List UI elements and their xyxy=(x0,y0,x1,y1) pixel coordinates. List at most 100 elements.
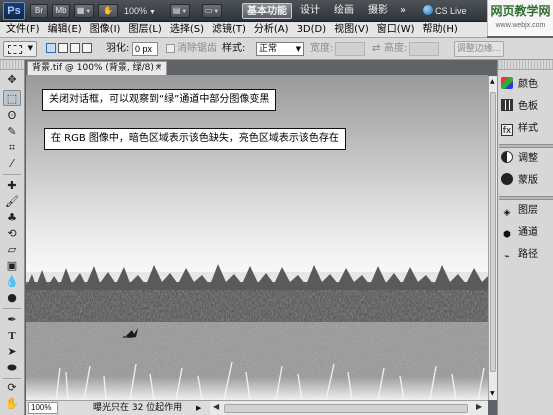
height-input[interactable] xyxy=(409,42,439,56)
quick-select-tool-icon[interactable]: ✎ xyxy=(3,124,21,140)
close-icon[interactable]: × xyxy=(154,62,162,75)
cs-live-button[interactable]: CS Live xyxy=(423,4,483,18)
document-canvas[interactable]: 关闭对话框，可以观察到“绿”通道中部分图像变黑 在 RGB 图像中，暗色区域表示… xyxy=(26,76,488,400)
subtract-from-selection-button[interactable] xyxy=(70,43,80,53)
workspace-essentials[interactable]: 基本功能 xyxy=(242,3,292,19)
intersect-selection-button[interactable] xyxy=(82,43,92,53)
feather-input[interactable] xyxy=(132,42,158,56)
style-select[interactable]: 正常 ▼ xyxy=(256,42,304,56)
panel-swatches[interactable]: 色板 xyxy=(501,98,552,116)
panel-styles[interactable]: fx 样式 xyxy=(501,120,552,138)
status-zoom-field[interactable]: 100% xyxy=(28,402,58,414)
shape-tool-icon[interactable]: ⬬ xyxy=(3,360,21,376)
brush-tool-icon[interactable]: 🖌 xyxy=(3,194,21,210)
width-input[interactable] xyxy=(335,42,365,56)
healing-brush-tool-icon[interactable]: ✚ xyxy=(3,178,21,194)
menu-select[interactable]: 选择(S) xyxy=(170,23,204,37)
antialias-checkbox[interactable] xyxy=(166,44,175,53)
chevron-down-icon: ▼ xyxy=(85,9,92,15)
hand-tool-icon[interactable]: ✋ xyxy=(3,396,21,412)
type-tool-icon[interactable]: T xyxy=(3,328,21,344)
callout-rgb-explanation: 在 RGB 图像中，暗色区域表示该色缺失，亮色区域表示该色存在 xyxy=(44,128,346,150)
menu-view[interactable]: 视图(V) xyxy=(334,23,369,37)
bridge-button[interactable]: Br xyxy=(30,4,48,18)
zoom-level-menu[interactable]: 100% ▼ xyxy=(124,4,164,18)
eraser-tool-icon[interactable]: ▱ xyxy=(3,242,21,258)
panel-paths[interactable]: ⌁ 路径 xyxy=(501,246,552,264)
panel-grip[interactable] xyxy=(0,60,24,70)
panel-channels[interactable]: ⬢ 通道 xyxy=(501,224,552,242)
panel-dock: 颜色 色板 fx 样式 调整 蒙版 ◈ 图层 ⬢ 通道 ⌁ 路径 xyxy=(497,60,553,415)
style-label: 样式: xyxy=(222,43,246,54)
vertical-scrollbar[interactable]: ▲ ▼ xyxy=(488,76,497,400)
adjustments-icon xyxy=(501,151,513,163)
options-bar: ▼ 羽化: 消除锯齿 样式: 正常 ▼ 宽度: ⇄ 高度: 调整边缘... xyxy=(0,38,553,60)
menu-image[interactable]: 图像(I) xyxy=(90,23,121,37)
crop-tool-icon[interactable]: ⌗ xyxy=(3,140,21,156)
pen-tool-icon[interactable]: ✒ xyxy=(3,312,21,328)
zoom-level: 100% xyxy=(124,6,148,16)
menu-layer[interactable]: 图层(L) xyxy=(128,23,161,37)
gradient-tool-icon[interactable]: ▣ xyxy=(3,258,21,274)
document-tab[interactable]: 背景.tif @ 100% (背景, 绿/8) * × xyxy=(27,61,167,75)
scroll-up-icon[interactable]: ▲ xyxy=(490,78,495,85)
field-texture xyxy=(26,322,488,400)
workspace-photography[interactable]: 摄影 xyxy=(364,3,392,19)
status-menu-arrow-icon[interactable]: ▶ xyxy=(196,401,201,415)
workspace-more-button[interactable]: » xyxy=(396,3,410,19)
watermark-url: www.webjx.com xyxy=(495,22,546,29)
scroll-down-icon[interactable]: ▼ xyxy=(490,390,495,397)
mini-bridge-button[interactable]: Mb xyxy=(52,4,70,18)
add-to-selection-button[interactable] xyxy=(58,43,68,53)
cs-live-label: CS Live xyxy=(435,6,467,16)
blur-tool-icon[interactable]: 💧 xyxy=(3,274,21,290)
panel-group-divider xyxy=(499,196,553,200)
refine-edge-button[interactable]: 调整边缘... xyxy=(454,41,504,57)
clone-stamp-tool-icon[interactable]: ♣ xyxy=(3,210,21,226)
screen-mode-button[interactable]: ▭▼ xyxy=(202,4,222,18)
antialias-label: 消除锯齿 xyxy=(177,43,217,54)
hand-tool-button[interactable]: ✋ xyxy=(98,4,118,18)
layers-icon: ◈ xyxy=(503,208,511,218)
menu-filter[interactable]: 滤镜(T) xyxy=(212,23,246,37)
scroll-thumb[interactable] xyxy=(490,92,496,372)
panel-grip[interactable] xyxy=(498,60,553,70)
marquee-tool-icon[interactable]: ⬚ xyxy=(3,90,21,106)
scroll-right-icon[interactable]: ▶ xyxy=(476,402,482,411)
menu-window[interactable]: 窗口(W) xyxy=(377,23,415,37)
scroll-left-icon[interactable]: ◀ xyxy=(213,402,219,411)
workspace-painting[interactable]: 绘画 xyxy=(330,3,358,19)
view-extras-button[interactable]: ▦▼ xyxy=(74,4,94,18)
menu-help[interactable]: 帮助(H) xyxy=(423,23,458,37)
divider xyxy=(3,174,21,175)
scroll-thumb[interactable] xyxy=(224,404,468,413)
arrange-documents-button[interactable]: ▤▼ xyxy=(170,4,190,18)
selection-mode-group xyxy=(46,43,92,53)
panel-layers[interactable]: ◈ 图层 xyxy=(501,202,552,220)
menu-edit[interactable]: 编辑(E) xyxy=(48,23,82,37)
menu-file[interactable]: 文件(F) xyxy=(6,23,40,37)
arrange-icon: ▤ xyxy=(172,6,181,15)
panel-masks-label: 蒙版 xyxy=(518,175,538,186)
tool-preset-picker[interactable]: ▼ xyxy=(3,41,37,57)
panel-color[interactable]: 颜色 xyxy=(501,76,552,94)
history-brush-tool-icon[interactable]: ⟲ xyxy=(3,226,21,242)
move-tool-icon[interactable]: ✥ xyxy=(3,72,21,88)
panel-adjustments-label: 调整 xyxy=(518,153,538,164)
menu-analysis[interactable]: 分析(A) xyxy=(254,23,289,37)
horizontal-scrollbar[interactable]: ◀ ▶ xyxy=(210,400,488,415)
lasso-tool-icon[interactable]: ʘ xyxy=(3,108,21,124)
swap-icon[interactable]: ⇄ xyxy=(372,42,380,56)
panel-masks[interactable]: 蒙版 xyxy=(501,172,552,190)
path-select-tool-icon[interactable]: ➤ xyxy=(3,344,21,360)
masks-icon xyxy=(501,173,513,185)
watermark-title: 网页教学网 xyxy=(490,4,551,18)
eyedropper-tool-icon[interactable]: ⁄ xyxy=(3,156,21,172)
workspace-design[interactable]: 设计 xyxy=(296,3,324,19)
panel-adjustments[interactable]: 调整 xyxy=(501,150,552,168)
dodge-tool-icon[interactable]: ● xyxy=(3,290,21,306)
new-selection-button[interactable] xyxy=(46,43,56,53)
menu-3d[interactable]: 3D(D) xyxy=(297,23,327,37)
3d-rotate-tool-icon[interactable]: ⟳ xyxy=(3,380,21,396)
panel-group-divider xyxy=(499,144,553,148)
